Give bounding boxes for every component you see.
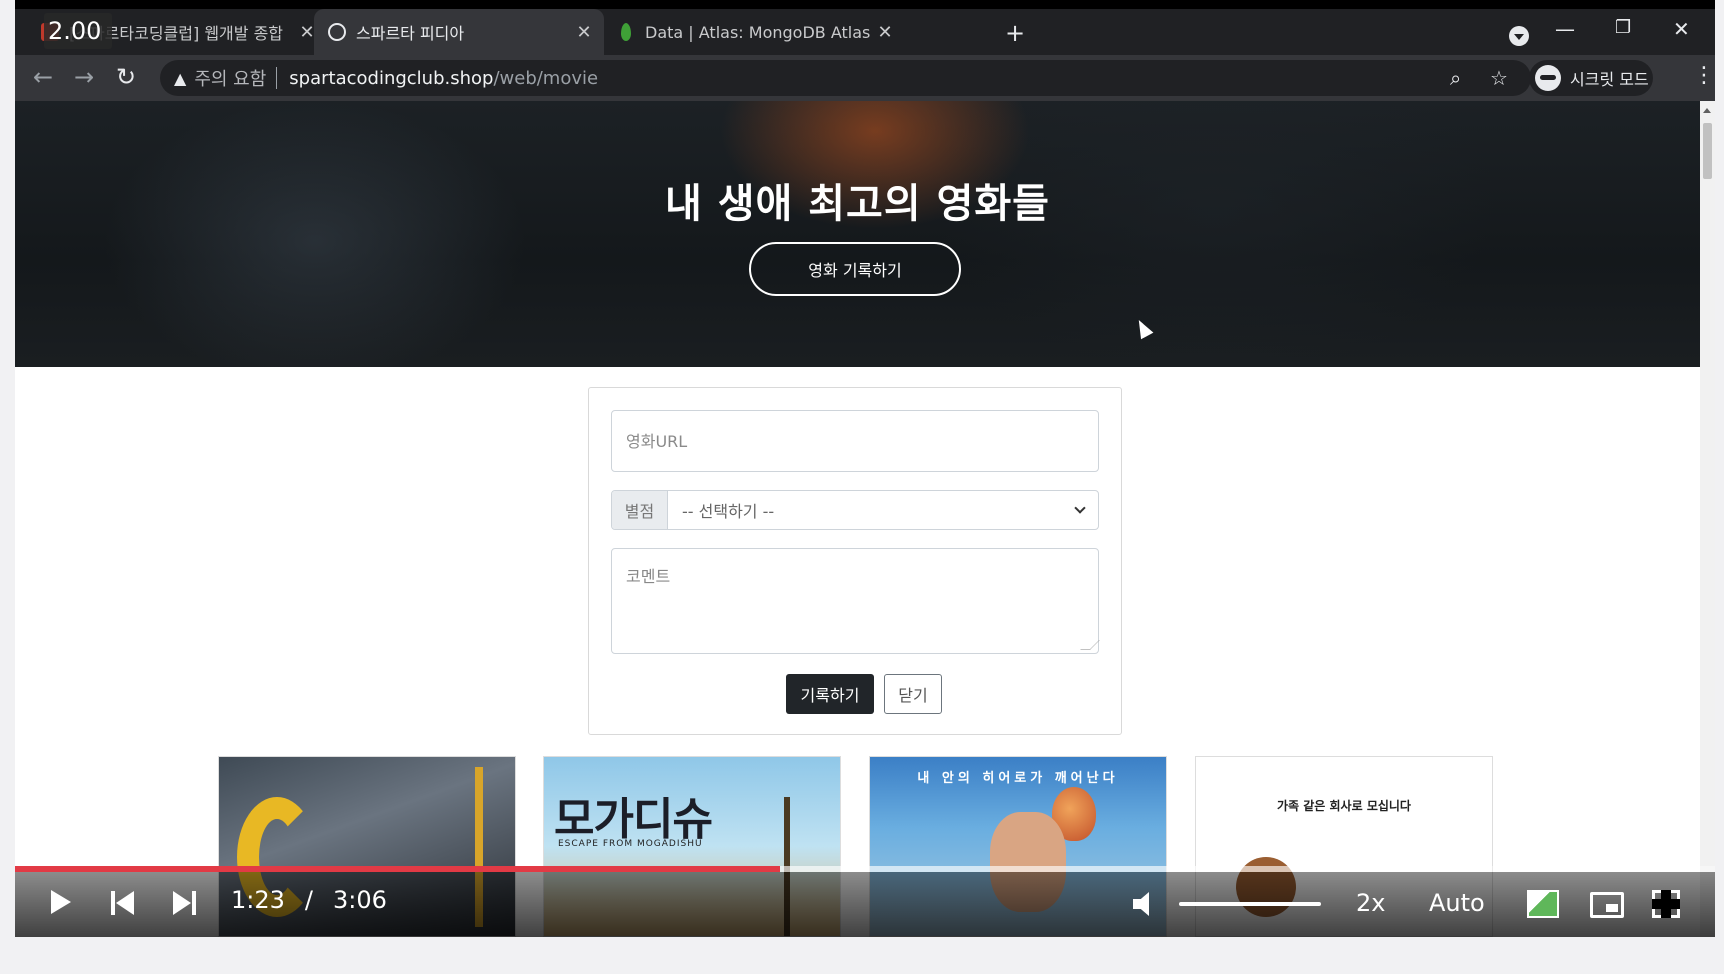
forward-icon[interactable]: →	[74, 63, 94, 91]
incognito-icon	[1535, 65, 1561, 91]
record-movie-button[interactable]: 영화 기록하기	[749, 242, 961, 296]
tab-sparta-pedia[interactable]: 스파르타 피디아 ✕	[314, 9, 604, 55]
video-frame: [스파르타코딩클럽] 웹개발 종합 ✕ 스파르타 피디아 ✕ Data | At…	[15, 0, 1715, 937]
rating-select[interactable]: -- 선택하기 --	[668, 491, 1098, 529]
url-host: spartacodingclub.shop	[289, 67, 494, 89]
back-icon[interactable]: ←	[33, 63, 53, 91]
current-time: 1:23	[231, 886, 285, 914]
volume-icon[interactable]	[1133, 892, 1163, 916]
close-tab-icon[interactable]: ✕	[574, 22, 594, 43]
warning-icon[interactable]: ▲	[174, 69, 186, 88]
chevron-down-icon	[1074, 502, 1086, 514]
browser-menu-icon[interactable]: ⋮	[1693, 63, 1715, 88]
movie-url-input[interactable]	[611, 410, 1099, 472]
play-icon[interactable]	[51, 890, 71, 914]
playback-speed-overlay: 2.00	[44, 13, 112, 49]
time-separator: /	[304, 886, 313, 914]
browser-toolbar: ← → ↻ ▲ 주의 요함 spartacodingclub.shop /web…	[15, 55, 1715, 101]
next-icon[interactable]	[172, 891, 196, 915]
page-scrollbar[interactable]	[1700, 101, 1715, 937]
picture-in-picture-icon[interactable]	[1590, 892, 1624, 918]
comment-textarea[interactable]: 코멘트	[611, 548, 1100, 654]
new-tab-icon[interactable]: +	[1005, 19, 1025, 47]
movie-post-form: 별점 -- 선택하기 -- 코멘트 기록하기 닫기	[588, 387, 1122, 735]
comment-placeholder: 코멘트	[626, 567, 671, 586]
zoom-icon[interactable]: ⌕	[1450, 66, 1461, 90]
close-tab-icon[interactable]: ✕	[875, 22, 895, 43]
rating-label: 별점	[612, 491, 668, 529]
url-path: /web/movie	[493, 67, 599, 89]
security-status[interactable]: 주의 요함	[194, 65, 266, 91]
resize-grip-icon[interactable]	[1080, 640, 1100, 650]
mongodb-leaf-icon	[621, 23, 631, 41]
image-icon[interactable]	[1527, 890, 1559, 918]
page-title: 내 생애 최고의 영화들	[665, 181, 1050, 227]
scroll-up-icon[interactable]	[1703, 104, 1711, 113]
video-time: 1:23 / 3:06	[231, 886, 387, 914]
restore-icon[interactable]: ❐	[1615, 17, 1631, 38]
close-button[interactable]: 닫기	[884, 674, 942, 714]
close-window-icon[interactable]: ✕	[1673, 17, 1690, 41]
poster-title: 모가디슈	[554, 794, 713, 845]
fullscreen-icon[interactable]	[1652, 890, 1680, 918]
poster-tagline: 가족 같은 회사로 모십니다	[1277, 799, 1411, 813]
address-divider	[276, 67, 278, 89]
mouse-cursor-icon	[1132, 316, 1154, 340]
rating-select-group[interactable]: 별점 -- 선택하기 --	[611, 490, 1099, 530]
tab-mongodb-atlas[interactable]: Data | Atlas: MongoDB Atlas ✕	[615, 9, 895, 55]
globe-icon	[328, 23, 346, 41]
previous-icon[interactable]	[111, 891, 135, 915]
address-bar[interactable]: ▲ 주의 요함 spartacodingclub.shop /web/movie…	[160, 60, 1531, 96]
playback-speed-button[interactable]: 2x	[1356, 889, 1385, 917]
web-page: 내 생애 최고의 영화들 영화 기록하기 별점 -- 선택하기 -- 코멘트 기…	[15, 101, 1700, 937]
duration: 3:06	[333, 886, 387, 914]
hero-banner: 내 생애 최고의 영화들 영화 기록하기	[15, 101, 1700, 367]
poster-subtitle: ESCAPE FROM MOGADISHU	[558, 839, 703, 849]
poster-tagline: 내 안의 히어로가 깨어난다	[917, 771, 1119, 786]
tab-title: Data | Atlas: MongoDB Atlas	[645, 22, 871, 42]
video-controls: 1:23 / 3:06 2x Auto	[15, 872, 1715, 937]
browser-tab-strip: [스파르타코딩클럽] 웹개발 종합 ✕ 스파르타 피디아 ✕ Data | At…	[15, 9, 1715, 55]
incognito-profile-button[interactable]: 시크릿 모드	[1529, 60, 1653, 96]
save-button[interactable]: 기록하기	[786, 674, 874, 714]
bookmark-star-icon[interactable]: ☆	[1490, 66, 1508, 90]
volume-slider[interactable]	[1179, 902, 1321, 906]
incognito-label: 시크릿 모드	[1570, 70, 1649, 89]
tab-search-icon[interactable]	[1509, 26, 1529, 46]
scrollbar-thumb[interactable]	[1703, 123, 1712, 179]
tab-title: 스파르타 피디아	[356, 24, 465, 43]
quality-button[interactable]: Auto	[1429, 889, 1485, 917]
minimize-icon[interactable]: —	[1555, 17, 1575, 41]
rating-selected-value: -- 선택하기 --	[682, 502, 775, 521]
reload-icon[interactable]: ↻	[116, 63, 136, 91]
